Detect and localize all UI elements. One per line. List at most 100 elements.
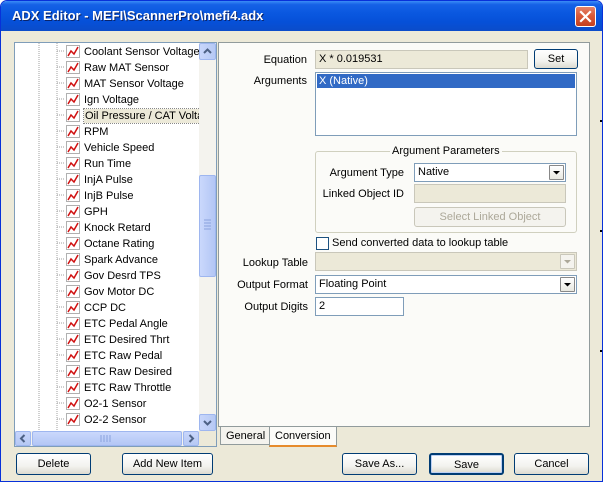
dropdown-button[interactable] bbox=[560, 277, 575, 292]
chart-line-icon bbox=[66, 269, 81, 283]
scroll-up-button[interactable] bbox=[199, 43, 216, 60]
tree-item[interactable]: ETC Raw Throttle bbox=[66, 380, 208, 396]
chart-line-icon bbox=[66, 285, 81, 299]
tree-item[interactable]: CCP DC bbox=[66, 300, 208, 316]
chart-line-icon bbox=[66, 77, 81, 91]
tree-item[interactable]: GPH bbox=[66, 204, 208, 220]
arguments-list[interactable]: X (Native) bbox=[315, 72, 577, 136]
tree-item[interactable]: RPM bbox=[66, 124, 208, 140]
delete-button[interactable]: Delete bbox=[16, 453, 91, 475]
tree-item[interactable]: Gov Motor DC bbox=[66, 284, 208, 300]
tree-item-label: ETC Raw Throttle bbox=[84, 382, 172, 394]
chart-line-icon bbox=[66, 413, 81, 427]
tree-item[interactable]: Knock Retard bbox=[66, 220, 208, 236]
tree-item[interactable]: Oil Pressure / CAT Voltage bbox=[66, 108, 208, 124]
argument-type-label: Argument Type bbox=[329, 167, 404, 179]
scroll-thumb[interactable] bbox=[199, 175, 216, 277]
tab-general[interactable]: General bbox=[220, 427, 272, 445]
tree-item[interactable]: InjA Pulse bbox=[66, 172, 208, 188]
save-as-button[interactable]: Save As... bbox=[342, 453, 417, 475]
close-icon bbox=[579, 10, 592, 23]
tree-item[interactable]: ETC Raw Pedal bbox=[66, 348, 208, 364]
tree-horizontal-scrollbar[interactable] bbox=[15, 431, 199, 446]
chart-line-icon bbox=[66, 109, 81, 123]
scroll-right-button[interactable] bbox=[183, 431, 199, 446]
chart-line-icon bbox=[66, 173, 81, 187]
chart-line-icon bbox=[66, 397, 81, 411]
tree-item[interactable]: ETC Pedal Angle bbox=[66, 316, 208, 332]
tree-item-label: CCP DC bbox=[84, 302, 126, 314]
chart-line-icon bbox=[66, 237, 81, 251]
tree-item[interactable]: Run Time bbox=[66, 156, 208, 172]
argument-item[interactable]: X (Native) bbox=[317, 74, 575, 88]
chart-line-icon bbox=[66, 301, 81, 315]
tab-conversion[interactable]: Conversion bbox=[269, 427, 337, 447]
tree-item-label: Ign Voltage bbox=[84, 94, 140, 106]
grip-icon bbox=[204, 219, 211, 230]
chart-line-icon bbox=[66, 189, 81, 203]
close-button[interactable] bbox=[575, 6, 596, 27]
chart-line-icon bbox=[66, 349, 81, 363]
save-button[interactable]: Save bbox=[429, 453, 504, 475]
tree-item[interactable]: MAT Sensor Voltage bbox=[66, 76, 208, 92]
item-tree[interactable]: Coolant Sensor Voltage Raw MAT Sensor MAT … bbox=[14, 42, 217, 447]
equation-label: Equation bbox=[263, 54, 307, 66]
tree-item[interactable]: InjB Pulse bbox=[66, 188, 208, 204]
equation-field[interactable]: X * 0.019531 bbox=[315, 50, 528, 69]
scroll-left-button[interactable] bbox=[15, 431, 31, 446]
title-bar[interactable]: ADX Editor - MEFI\ScannerPro\mefi4.adx bbox=[1, 1, 602, 31]
set-button[interactable]: Set bbox=[534, 49, 578, 69]
dropdown-button[interactable] bbox=[549, 165, 564, 180]
argument-type-select[interactable]: Native bbox=[414, 163, 566, 182]
tree-item-label: RPM bbox=[84, 126, 109, 138]
tree-item[interactable]: Spark Advance bbox=[66, 252, 208, 268]
background-artifact bbox=[600, 350, 602, 352]
tree-item-label: InjA Pulse bbox=[84, 174, 133, 186]
arrow-down-icon bbox=[203, 420, 212, 426]
tree-item[interactable]: O2-2 Sensor bbox=[66, 412, 208, 428]
chart-line-icon bbox=[66, 141, 81, 155]
tree-item[interactable]: Octane Rating bbox=[66, 236, 208, 252]
tree-item[interactable]: ETC Raw Desired bbox=[66, 364, 208, 380]
tree-item[interactable]: Coolant Sensor Voltage bbox=[66, 44, 208, 60]
chart-line-icon bbox=[66, 333, 81, 347]
tree-item[interactable]: Gov Desrd TPS bbox=[66, 268, 208, 284]
tree-item[interactable]: O2-1 Sensor bbox=[66, 396, 208, 412]
tree-item-label: MAT Sensor Voltage bbox=[84, 78, 184, 90]
linked-object-field[interactable] bbox=[414, 184, 566, 203]
tree-item-label: Octane Rating bbox=[84, 238, 155, 250]
tree-item-label: ETC Desired Thrt bbox=[84, 334, 170, 346]
output-digits-input[interactable]: 2 bbox=[315, 297, 404, 316]
output-format-select[interactable]: Floating Point bbox=[315, 275, 577, 294]
lookup-table-select[interactable] bbox=[315, 252, 577, 271]
chart-line-icon bbox=[66, 221, 81, 235]
send-to-lookup-label: Send converted data to lookup table bbox=[332, 237, 509, 249]
tree-vertical-scrollbar[interactable] bbox=[199, 43, 216, 431]
cancel-button[interactable]: Cancel bbox=[514, 453, 589, 475]
chart-line-icon bbox=[66, 93, 81, 107]
chart-line-icon bbox=[66, 157, 81, 171]
tree-item-label: ETC Raw Desired bbox=[84, 366, 173, 378]
tree-item-label: GPH bbox=[84, 206, 108, 218]
chart-line-icon bbox=[66, 317, 81, 331]
output-format-value: Floating Point bbox=[319, 278, 387, 290]
output-format-label: Output Format bbox=[237, 279, 308, 291]
tree-item[interactable]: Raw MAT Sensor bbox=[66, 60, 208, 76]
chart-line-icon bbox=[66, 205, 81, 219]
tree-item[interactable]: Vehicle Speed bbox=[66, 140, 208, 156]
tree-item-label: Gov Motor DC bbox=[84, 286, 155, 298]
chart-line-icon bbox=[66, 125, 81, 139]
add-new-item-button[interactable]: Add New Item bbox=[122, 453, 213, 475]
scroll-down-button[interactable] bbox=[199, 414, 216, 431]
dropdown-button[interactable] bbox=[560, 254, 575, 269]
adx-editor-window: ADX Editor - MEFI\ScannerPro\mefi4.adx C… bbox=[0, 0, 603, 482]
chart-line-icon bbox=[66, 381, 81, 395]
chevron-down-icon bbox=[553, 171, 560, 175]
chevron-down-icon bbox=[564, 260, 571, 264]
tree-item-label: O2-2 Sensor bbox=[84, 414, 147, 426]
tree-item[interactable]: ETC Desired Thrt bbox=[66, 332, 208, 348]
horizontal-scroll-thumb[interactable] bbox=[32, 431, 182, 446]
tree-item[interactable]: Ign Voltage bbox=[66, 92, 208, 108]
select-linked-object-button[interactable]: Select Linked Object bbox=[414, 207, 566, 227]
send-to-lookup-checkbox[interactable] bbox=[316, 237, 329, 250]
